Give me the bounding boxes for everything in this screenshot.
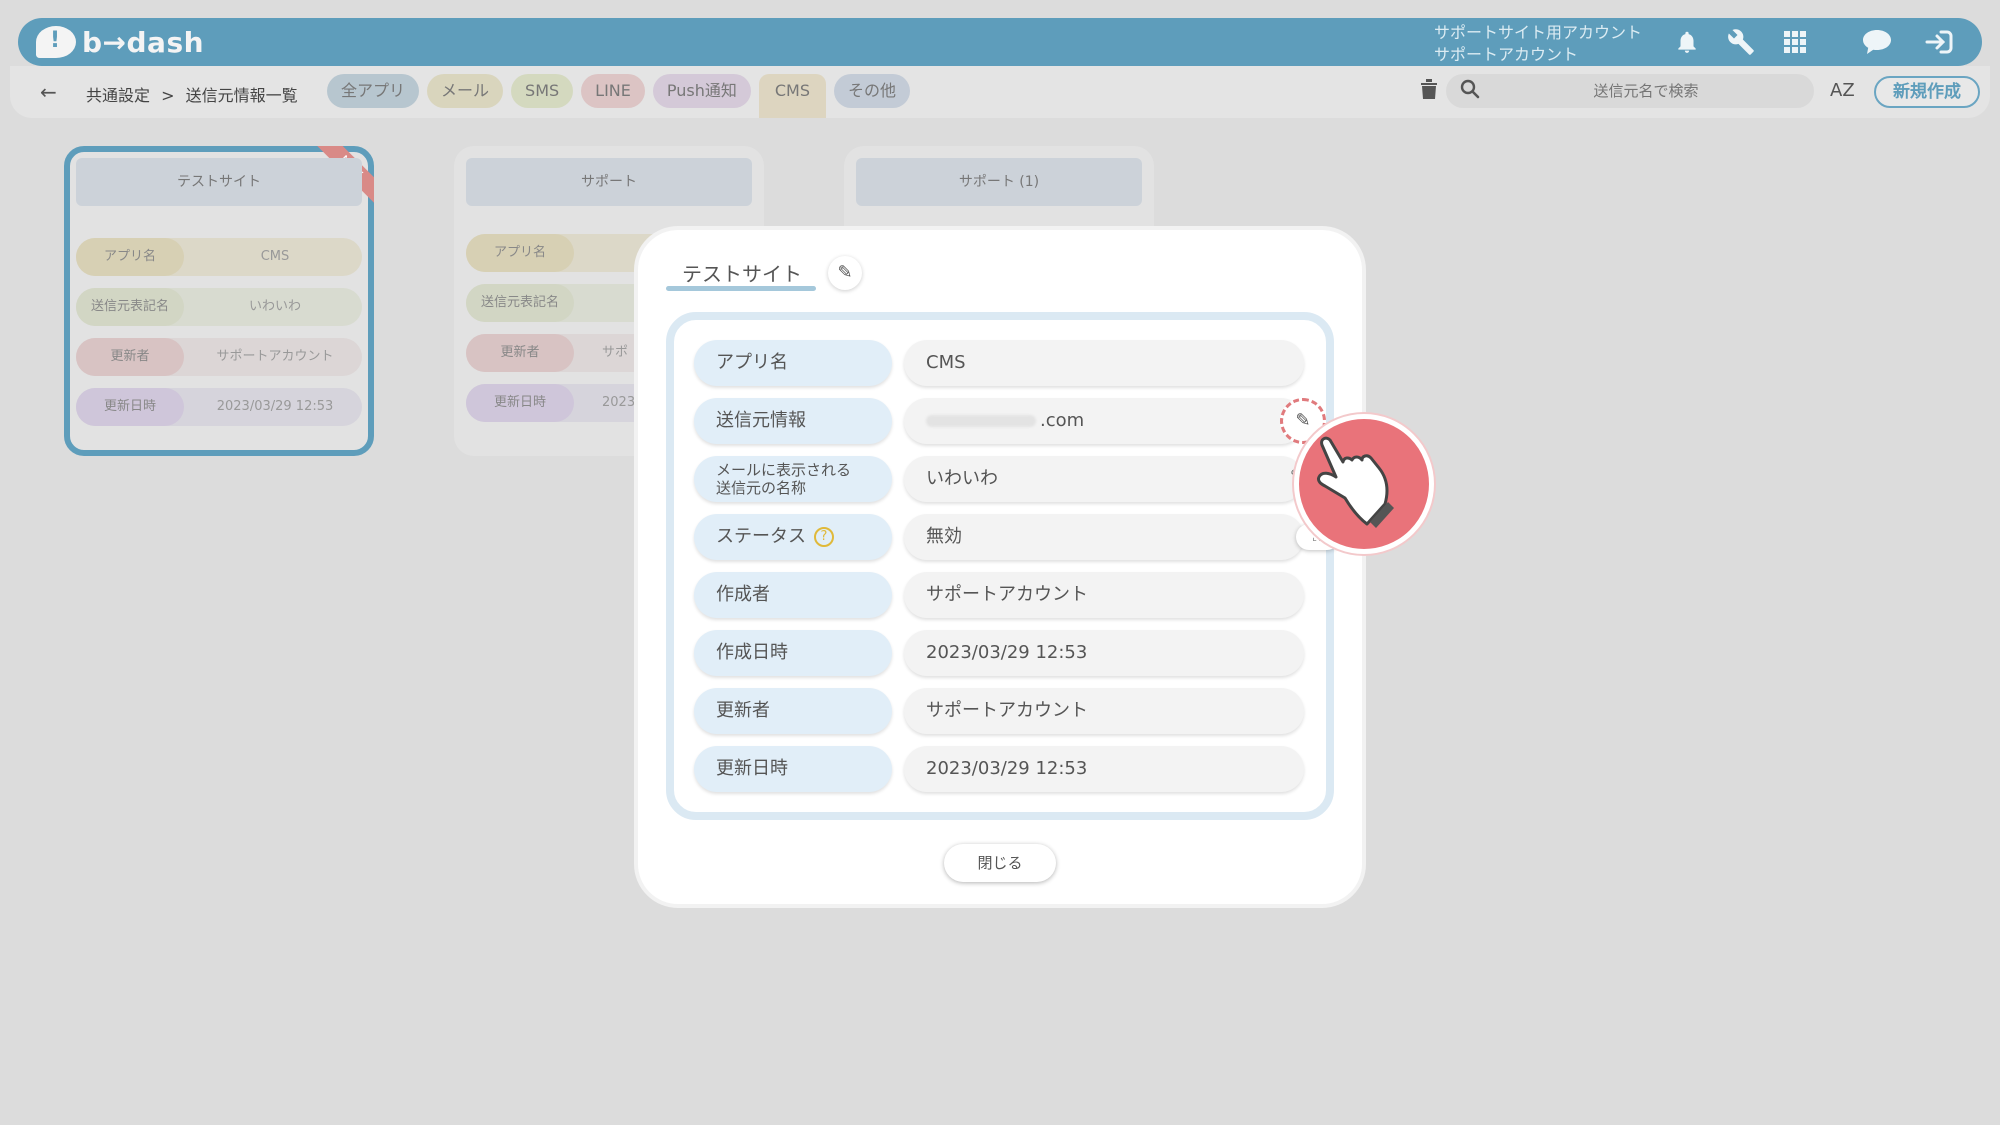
status-label-text: ステータス xyxy=(716,526,806,547)
tap-pointer-overlay xyxy=(1290,410,1434,556)
card-label: 更新者 xyxy=(76,338,184,376)
account-info[interactable]: サポートサイト用アカウント サポートアカウント xyxy=(1434,22,1642,66)
breadcrumb: 共通設定 > 送信元情報一覧 xyxy=(86,82,298,106)
modal-title: テストサイト xyxy=(682,262,802,286)
field-value: 2023/03/29 12:53 xyxy=(904,630,1304,676)
filter-mail[interactable]: メール xyxy=(427,74,504,108)
account-site: サポートサイト用アカウント xyxy=(1434,23,1643,42)
field-display-name: メールに表示される 送信元の名称 いわいわ ✎ xyxy=(694,456,1306,502)
filter-sms[interactable]: SMS xyxy=(511,74,574,108)
filter-other[interactable]: その他 xyxy=(834,74,911,108)
field-value: いわいわ xyxy=(904,456,1304,502)
field-label: 送信元情報 xyxy=(694,398,892,444)
card-title: サポート (1) xyxy=(856,158,1142,206)
bdash-logo[interactable]: b→dash xyxy=(36,24,204,60)
card-row-updated-at: 更新日時 2023/03/29 12:53 xyxy=(76,388,362,426)
sender-email-value: .com xyxy=(904,398,1304,444)
card-title: テストサイト xyxy=(76,158,362,206)
filter-cms[interactable]: CMS xyxy=(758,74,827,118)
wrench-icon[interactable] xyxy=(1724,26,1758,58)
field-value: 2023/03/29 12:53 xyxy=(904,746,1304,792)
card-label: 更新者 xyxy=(466,334,574,372)
filter-all-apps[interactable]: 全アプリ xyxy=(327,74,420,108)
back-arrow-icon[interactable]: ← xyxy=(40,80,57,104)
field-label: アプリ名 xyxy=(694,340,892,386)
field-updater: 更新者 サポートアカウント xyxy=(694,688,1306,734)
card-label: 更新日時 xyxy=(76,388,184,426)
top-header: b→dash サポートサイト用アカウント サポートアカウント xyxy=(18,18,1982,66)
field-label: ステータス? xyxy=(694,514,892,560)
field-creator: 作成者 サポートアカウント xyxy=(694,572,1306,618)
card-row-updater: 更新者 サポートアカウント xyxy=(76,338,362,376)
field-value: サポートアカウント xyxy=(904,572,1304,618)
card-title: サポート xyxy=(466,158,752,206)
card-label: アプリ名 xyxy=(466,234,574,272)
close-button[interactable]: 閉じる xyxy=(944,844,1056,882)
label-line-2: 送信元の名称 xyxy=(716,479,807,497)
breadcrumb-current: 送信元情報一覧 xyxy=(185,86,298,105)
filter-push[interactable]: Push通知 xyxy=(652,74,751,108)
card-value: 2023/03/29 12:53 xyxy=(216,399,334,414)
title-underline xyxy=(666,286,816,291)
new-create-button[interactable]: 新規作成 xyxy=(1874,76,1980,108)
field-label: 更新者 xyxy=(694,688,892,734)
logo-text: b→dash xyxy=(82,25,205,59)
field-label: 作成日時 xyxy=(694,630,892,676)
logout-icon[interactable] xyxy=(1922,26,1956,58)
app-filter-tabs: 全アプリ メール SMS LINE Push通知 CMS その他 xyxy=(327,74,911,118)
breadcrumb-root[interactable]: 共通設定 xyxy=(86,86,150,105)
card-label: アプリ名 xyxy=(76,238,184,276)
field-app-name: アプリ名 CMS xyxy=(694,340,1306,386)
email-domain: .com xyxy=(1040,410,1085,431)
field-value: 無効 xyxy=(904,514,1304,560)
card-row-sender-name: 送信元表記名 いわいわ xyxy=(76,288,362,326)
toolbar: ← 共通設定 > 送信元情報一覧 全アプリ メール SMS LINE Push通… xyxy=(10,66,1990,118)
field-value: CMS xyxy=(904,340,1304,386)
card-value: CMS xyxy=(260,249,290,264)
field-label: 更新日時 xyxy=(694,746,892,792)
field-label: メールに表示される 送信元の名称 xyxy=(694,456,892,502)
sender-detail-modal: テストサイト ✎ アプリ名 CMS 送信元情報 .com ✎ メールに表示される… xyxy=(638,230,1362,904)
label-line-1: メールに表示される xyxy=(716,461,852,479)
edit-title-pencil-icon[interactable]: ✎ xyxy=(828,256,862,290)
detail-fields-frame: アプリ名 CMS 送信元情報 .com ✎ メールに表示される 送信元の名称 い… xyxy=(666,312,1340,820)
card-label: 送信元表記名 xyxy=(76,288,184,326)
field-updated-at: 更新日時 2023/03/29 12:53 xyxy=(694,746,1306,792)
breadcrumb-separator: > xyxy=(161,86,175,105)
sender-card[interactable]: NEW テストサイト アプリ名 CMS 送信元表記名 いわいわ 更新者 サポート… xyxy=(64,146,374,456)
field-label: 作成者 xyxy=(694,572,892,618)
field-status: ステータス? 無効 ⛶ xyxy=(694,514,1340,560)
card-row-app: アプリ名 CMS xyxy=(76,238,362,276)
logo-bubble-icon xyxy=(36,26,76,58)
trash-icon[interactable] xyxy=(1420,78,1438,106)
sort-az-button[interactable]: AZ xyxy=(1830,80,1855,101)
pointing-hand-icon xyxy=(1317,436,1394,528)
help-question-icon[interactable]: ? xyxy=(814,527,834,547)
masked-email xyxy=(926,415,1036,427)
search-box xyxy=(1446,74,1814,108)
card-label: 更新日時 xyxy=(466,384,574,422)
bell-icon[interactable] xyxy=(1670,26,1704,58)
field-created-at: 作成日時 2023/03/29 12:53 xyxy=(694,630,1306,676)
app-grid-icon[interactable] xyxy=(1778,26,1812,58)
search-input[interactable] xyxy=(1496,74,1796,108)
field-value: サポートアカウント xyxy=(904,688,1304,734)
card-label: 送信元表記名 xyxy=(466,284,574,322)
card-value: いわいわ xyxy=(248,299,301,314)
account-user: サポートアカウント xyxy=(1434,45,1579,64)
field-sender-info: 送信元情報 .com ✎ xyxy=(694,398,1326,444)
filter-line[interactable]: LINE xyxy=(581,74,645,108)
search-icon xyxy=(1460,79,1480,104)
chat-icon[interactable] xyxy=(1860,26,1894,58)
card-value: サポートアカウント xyxy=(216,349,334,364)
